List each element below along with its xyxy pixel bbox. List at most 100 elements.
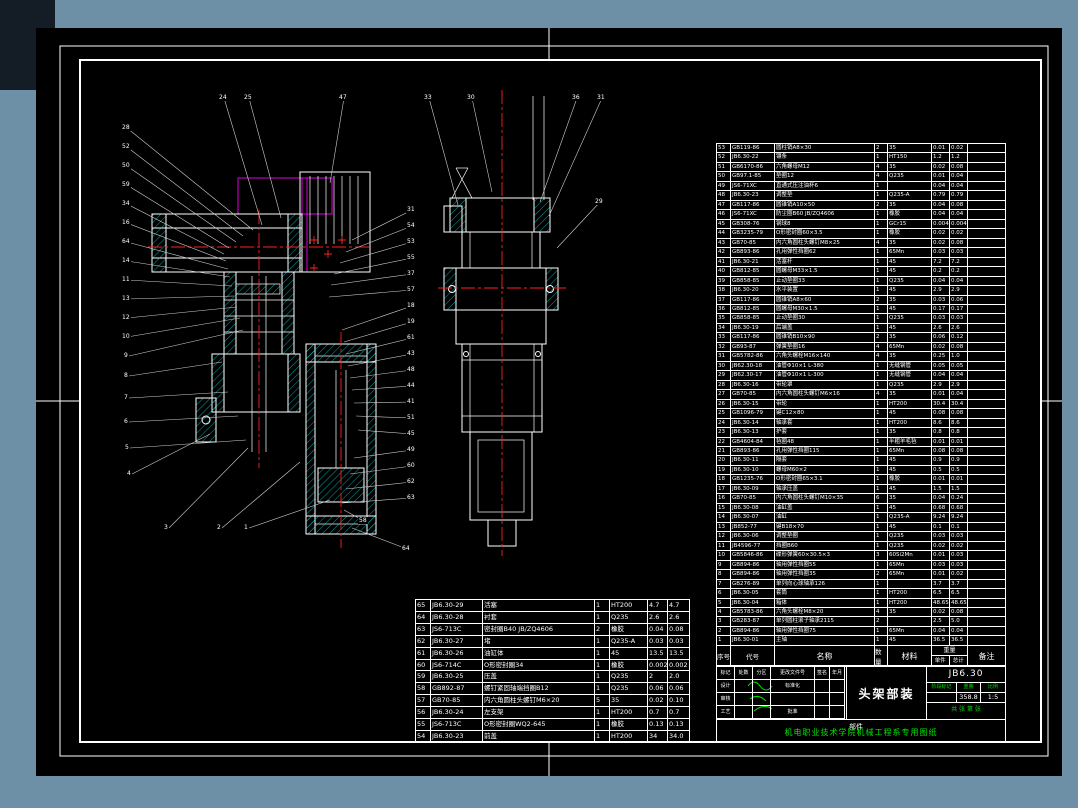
table-cell: 23 xyxy=(717,428,731,438)
table-cell: GB894-86 xyxy=(731,560,775,571)
table-cell: GB97.1-85 xyxy=(731,172,775,182)
table-cell xyxy=(968,296,1005,305)
table-cell xyxy=(968,475,1005,485)
table-cell: 0.02 xyxy=(932,162,950,173)
table-cell: 1 xyxy=(875,153,888,163)
table-cell: 1 xyxy=(875,522,888,533)
table-cell xyxy=(968,438,1005,447)
table-cell: 0.06 xyxy=(950,295,968,305)
table-cell: JB62.30-17 xyxy=(731,371,775,381)
part-callout: 33 xyxy=(423,94,433,101)
header-remark: 备注 xyxy=(978,651,995,661)
table-cell: 0.04 xyxy=(932,276,950,287)
table-cell: GB70-85 xyxy=(431,695,483,708)
table-row: 65 JB6.30-29 活塞 1 HT200 4.7 4.7 xyxy=(416,600,689,612)
part-callout: 18 xyxy=(406,302,416,309)
header-qty: 数量 xyxy=(875,646,888,666)
table-row: 20 JB6.30-11 隔套 1 45 0.9 0.9 xyxy=(717,456,1005,466)
table-cell: 46 xyxy=(717,210,731,220)
table-row: 63 JS6-713C 密封圈B40 JB/ZQ4606 2 橡胶 0.04 0.08 xyxy=(416,623,689,636)
table-cell: 1.5 xyxy=(950,484,968,495)
table-row: 17 JB6.30-09 轴承压盖 1 45 1.5 1.5 xyxy=(717,484,1005,495)
table-cell: 0.25 xyxy=(932,352,950,362)
table-cell: 橡胶 xyxy=(888,210,932,220)
table-row: 19 JB6.30-10 螺母M60×2 1 45 0.5 0.5 xyxy=(717,465,1005,476)
table-cell: 0.03 xyxy=(950,560,968,571)
table-cell: 镶条 xyxy=(775,153,875,163)
table-cell xyxy=(968,182,1005,192)
table-cell: GB70-85 xyxy=(731,390,775,400)
table-cell: Q235-A xyxy=(610,635,648,648)
table-cell: 0.06 xyxy=(932,333,950,343)
table-cell: 单列圆柱滚子轴承2115 xyxy=(775,617,875,627)
table-cell: 0.68 xyxy=(932,503,950,514)
table-cell: 19 xyxy=(717,465,731,476)
table-cell: 2.6 xyxy=(648,611,668,624)
table-row: 30 JB62.30-18 油管Φ10×1 L-380 1 无缝钢管 0.05 0.05 xyxy=(717,361,1005,372)
part-callout: 12 xyxy=(121,314,131,321)
table-cell: 1 xyxy=(875,409,888,419)
table-cell: 1 xyxy=(875,399,888,410)
table-cell: 橡胶 xyxy=(888,475,932,485)
table-row: 33 GB117-86 圆锥销B10×90 2 35 0.06 0.12 xyxy=(717,333,1005,343)
table-cell: 45 xyxy=(888,257,932,268)
table-cell: 0.04 xyxy=(932,371,950,381)
table-cell: 8.6 xyxy=(950,418,968,429)
table-cell: 4.7 xyxy=(648,600,668,612)
part-callout: 37 xyxy=(406,270,416,277)
table-cell xyxy=(753,680,771,693)
table-cell: 45 xyxy=(888,522,932,533)
table-cell: 1 xyxy=(875,304,888,315)
table-cell: GB308-76 xyxy=(731,219,775,230)
table-cell: 2.6 xyxy=(932,323,950,334)
table-cell: 0.08 xyxy=(950,342,968,353)
table-cell: HT200 xyxy=(888,598,932,608)
table-cell: 压盖 xyxy=(483,671,595,684)
table-cell: 1 xyxy=(875,229,888,239)
table-cell xyxy=(968,627,1005,637)
table-cell: JB6.30-19 xyxy=(731,323,775,334)
table-row: 59 JB6.30-25 压盖 1 Q235 2 2.0 xyxy=(416,671,689,684)
table-cell: 3 xyxy=(875,551,888,561)
table-row: 34 JB6.30-19 后端盖 1 45 2.6 2.6 xyxy=(717,323,1005,334)
table-cell: GB117-86 xyxy=(731,200,775,211)
table-cell: 批准 xyxy=(771,706,815,719)
table-cell: GB858-85 xyxy=(731,276,775,287)
table-cell: JB6.30-16 xyxy=(731,380,775,391)
table-cell: JB852-77 xyxy=(731,522,775,533)
table-cell: 油管Φ10×1 L-300 xyxy=(775,371,875,381)
part-callout: 9 xyxy=(123,352,129,359)
table-cell: HT200 xyxy=(888,399,932,410)
table-cell: 垫圈12 xyxy=(775,172,875,182)
table-cell: 1 xyxy=(595,659,610,672)
table-cell: 水平装置 xyxy=(775,286,875,296)
table-cell: 49 xyxy=(717,181,731,192)
parts-list-left: 65 JB6.30-29 活塞 1 HT200 4.7 4.7 64 JB6.30-28 衬套 1 Q… xyxy=(415,599,690,743)
table-cell: 35 xyxy=(888,352,932,362)
table-cell: 1 xyxy=(875,314,888,324)
table-cell: 2 xyxy=(595,623,610,636)
table-cell: 签名 xyxy=(815,667,830,680)
table-row: 28 JB6.30-16 带轮罩 1 Q235 2.9 2.9 xyxy=(717,380,1005,391)
table-cell xyxy=(968,542,1005,552)
table-cell: 箱体 xyxy=(775,598,875,608)
part-callout: 64 xyxy=(121,238,131,245)
table-cell: JB6.30-05 xyxy=(731,589,775,599)
table-cell: 30 xyxy=(717,361,731,372)
part-callout: 55 xyxy=(406,254,416,261)
drawing-number: JB6.30 xyxy=(927,667,1005,683)
table-cell: 1 xyxy=(875,257,888,268)
table-cell: 13.5 xyxy=(668,648,689,660)
part-callout: 47 xyxy=(338,94,348,101)
table-row: 56 JB6.30-24 左支架 1 HT200 0.7 0.7 xyxy=(416,707,689,720)
table-cell: 圆锥销A10×50 xyxy=(775,200,875,211)
table-cell xyxy=(968,381,1005,391)
table-cell: 28 xyxy=(717,380,731,391)
table-cell: 橡胶 xyxy=(610,659,648,672)
table-cell: 0.01 xyxy=(932,437,950,447)
table-cell xyxy=(968,191,1005,201)
table-cell: JB6.30-23 xyxy=(731,191,775,201)
table-row: 32 GB93-87 弹簧垫圈16 4 65Mn 0.02 0.08 xyxy=(717,342,1005,353)
table-cell: GB1235-76 xyxy=(731,475,775,485)
header-no: 序号 xyxy=(717,646,731,666)
